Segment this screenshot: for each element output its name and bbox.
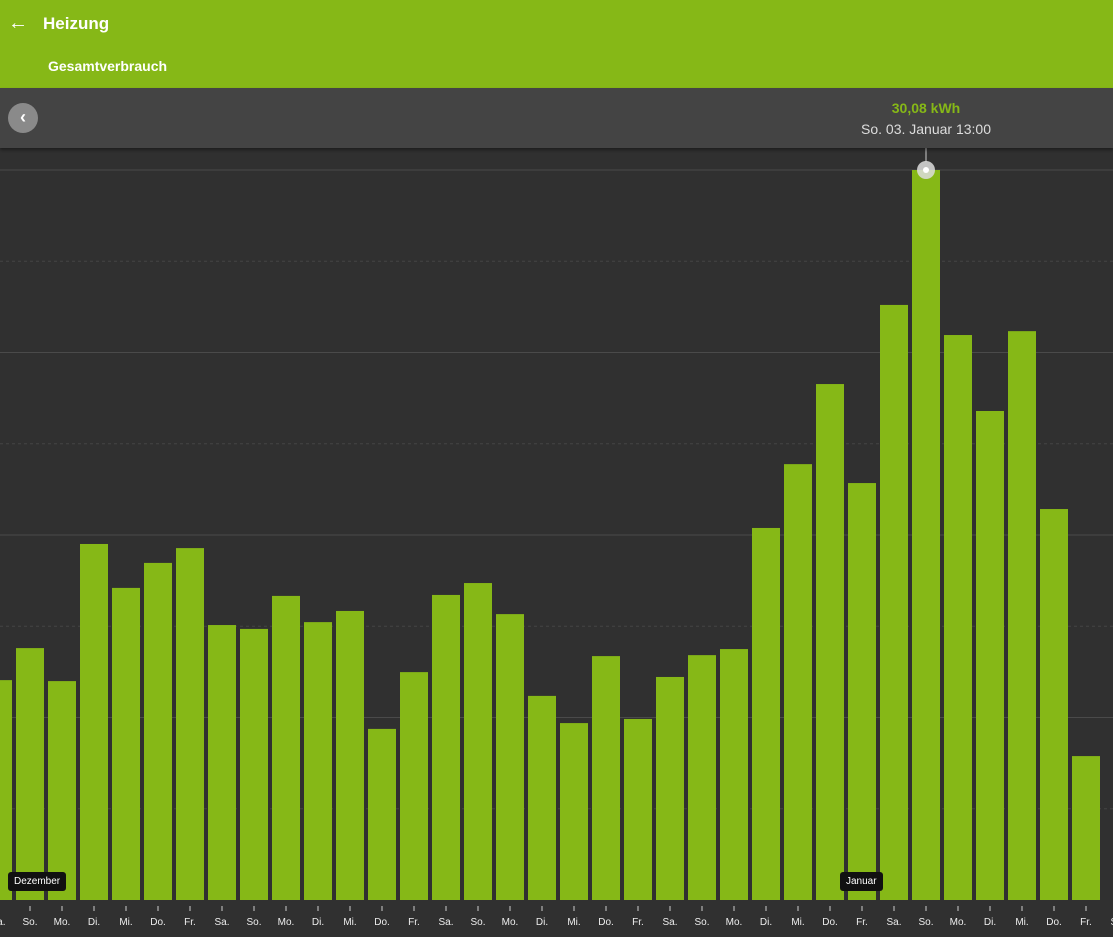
x-tick-label: So. bbox=[918, 917, 933, 928]
x-tick-label: Fr. bbox=[408, 917, 420, 928]
x-tick-label: Di. bbox=[536, 917, 548, 928]
x-tick-label: Mo. bbox=[950, 917, 967, 928]
bar[interactable] bbox=[400, 672, 428, 900]
bar[interactable] bbox=[176, 548, 204, 900]
x-tick-label: Di. bbox=[760, 917, 772, 928]
bar[interactable] bbox=[944, 335, 972, 900]
x-tick-label: Fr. bbox=[856, 917, 868, 928]
x-tick-label: So. bbox=[22, 917, 37, 928]
bar[interactable] bbox=[720, 649, 748, 900]
x-tick-label: Do. bbox=[822, 917, 838, 928]
selected-point-center bbox=[923, 167, 929, 173]
bar[interactable] bbox=[880, 304, 908, 901]
x-tick-label: Fr. bbox=[184, 917, 196, 928]
x-tick-label: Do. bbox=[150, 917, 166, 928]
bar[interactable] bbox=[464, 583, 492, 900]
bar[interactable] bbox=[848, 483, 876, 900]
bar[interactable] bbox=[16, 648, 44, 900]
bar[interactable] bbox=[656, 676, 684, 900]
bar[interactable] bbox=[336, 610, 364, 900]
bar[interactable] bbox=[976, 410, 1004, 900]
x-tick-label: Di. bbox=[312, 917, 324, 928]
x-tick-label: So. bbox=[246, 917, 261, 928]
x-tick-label: Di. bbox=[984, 917, 996, 928]
x-tick-label: Mo. bbox=[54, 917, 71, 928]
bar[interactable] bbox=[560, 723, 588, 900]
chevron-left-icon: ‹ bbox=[20, 107, 26, 127]
bar[interactable] bbox=[112, 587, 140, 900]
bar[interactable] bbox=[752, 527, 780, 900]
bar[interactable] bbox=[624, 718, 652, 900]
x-tick-label: Fr. bbox=[632, 917, 644, 928]
x-tick-label: Mo. bbox=[726, 917, 743, 928]
x-tick-label: Sa. bbox=[438, 917, 453, 928]
month-label: Dezember bbox=[8, 872, 67, 891]
x-tick-label: Sa. bbox=[662, 917, 677, 928]
x-tick-label: Mi. bbox=[119, 917, 132, 928]
x-tick-label: So. bbox=[694, 917, 709, 928]
x-tick-label: Di. bbox=[88, 917, 100, 928]
bar[interactable] bbox=[1072, 756, 1100, 900]
x-tick-label: Mo. bbox=[502, 917, 519, 928]
x-tick-label: Mi. bbox=[567, 917, 580, 928]
x-tick-label: Sa. bbox=[0, 917, 6, 928]
bar[interactable] bbox=[48, 681, 76, 900]
x-tick-label: Sa. bbox=[886, 917, 901, 928]
bar[interactable] bbox=[240, 628, 268, 900]
bar[interactable] bbox=[912, 170, 940, 900]
bar[interactable] bbox=[144, 562, 172, 900]
x-tick-label: Do. bbox=[374, 917, 390, 928]
bar[interactable] bbox=[496, 614, 524, 900]
bar[interactable] bbox=[592, 656, 620, 900]
bar[interactable] bbox=[432, 594, 460, 900]
bar[interactable] bbox=[304, 622, 332, 900]
x-tick-label: Mi. bbox=[791, 917, 804, 928]
bar[interactable] bbox=[688, 655, 716, 900]
x-tick-label: Sa. bbox=[214, 917, 229, 928]
x-tick-label: Mi. bbox=[1015, 917, 1028, 928]
bar[interactable] bbox=[0, 680, 12, 900]
month-label: Januar bbox=[840, 872, 883, 891]
x-tick-label: So. bbox=[470, 917, 485, 928]
bar[interactable] bbox=[816, 384, 844, 900]
bar[interactable] bbox=[1040, 509, 1068, 900]
x-tick-label: Do. bbox=[1046, 917, 1062, 928]
previous-period-button[interactable]: ‹ bbox=[8, 103, 38, 133]
bar[interactable] bbox=[80, 543, 108, 900]
tooltip-date: So. 03. Januar 13:00 bbox=[861, 121, 991, 137]
x-tick-label: Fr. bbox=[1080, 917, 1092, 928]
bar[interactable] bbox=[784, 464, 812, 900]
x-tick-label: Mo. bbox=[278, 917, 295, 928]
bar[interactable] bbox=[208, 625, 236, 900]
x-tick-label: Mi. bbox=[343, 917, 356, 928]
bar[interactable] bbox=[528, 695, 556, 900]
tooltip-value: 30,08 kWh bbox=[891, 100, 961, 116]
bar[interactable] bbox=[272, 595, 300, 900]
bar[interactable] bbox=[1008, 331, 1036, 900]
bar[interactable] bbox=[368, 728, 396, 900]
chart-toolbar: ‹ 30,08 kWh So. 03. Januar 13:00 bbox=[0, 88, 1113, 148]
x-tick-label: Do. bbox=[598, 917, 614, 928]
